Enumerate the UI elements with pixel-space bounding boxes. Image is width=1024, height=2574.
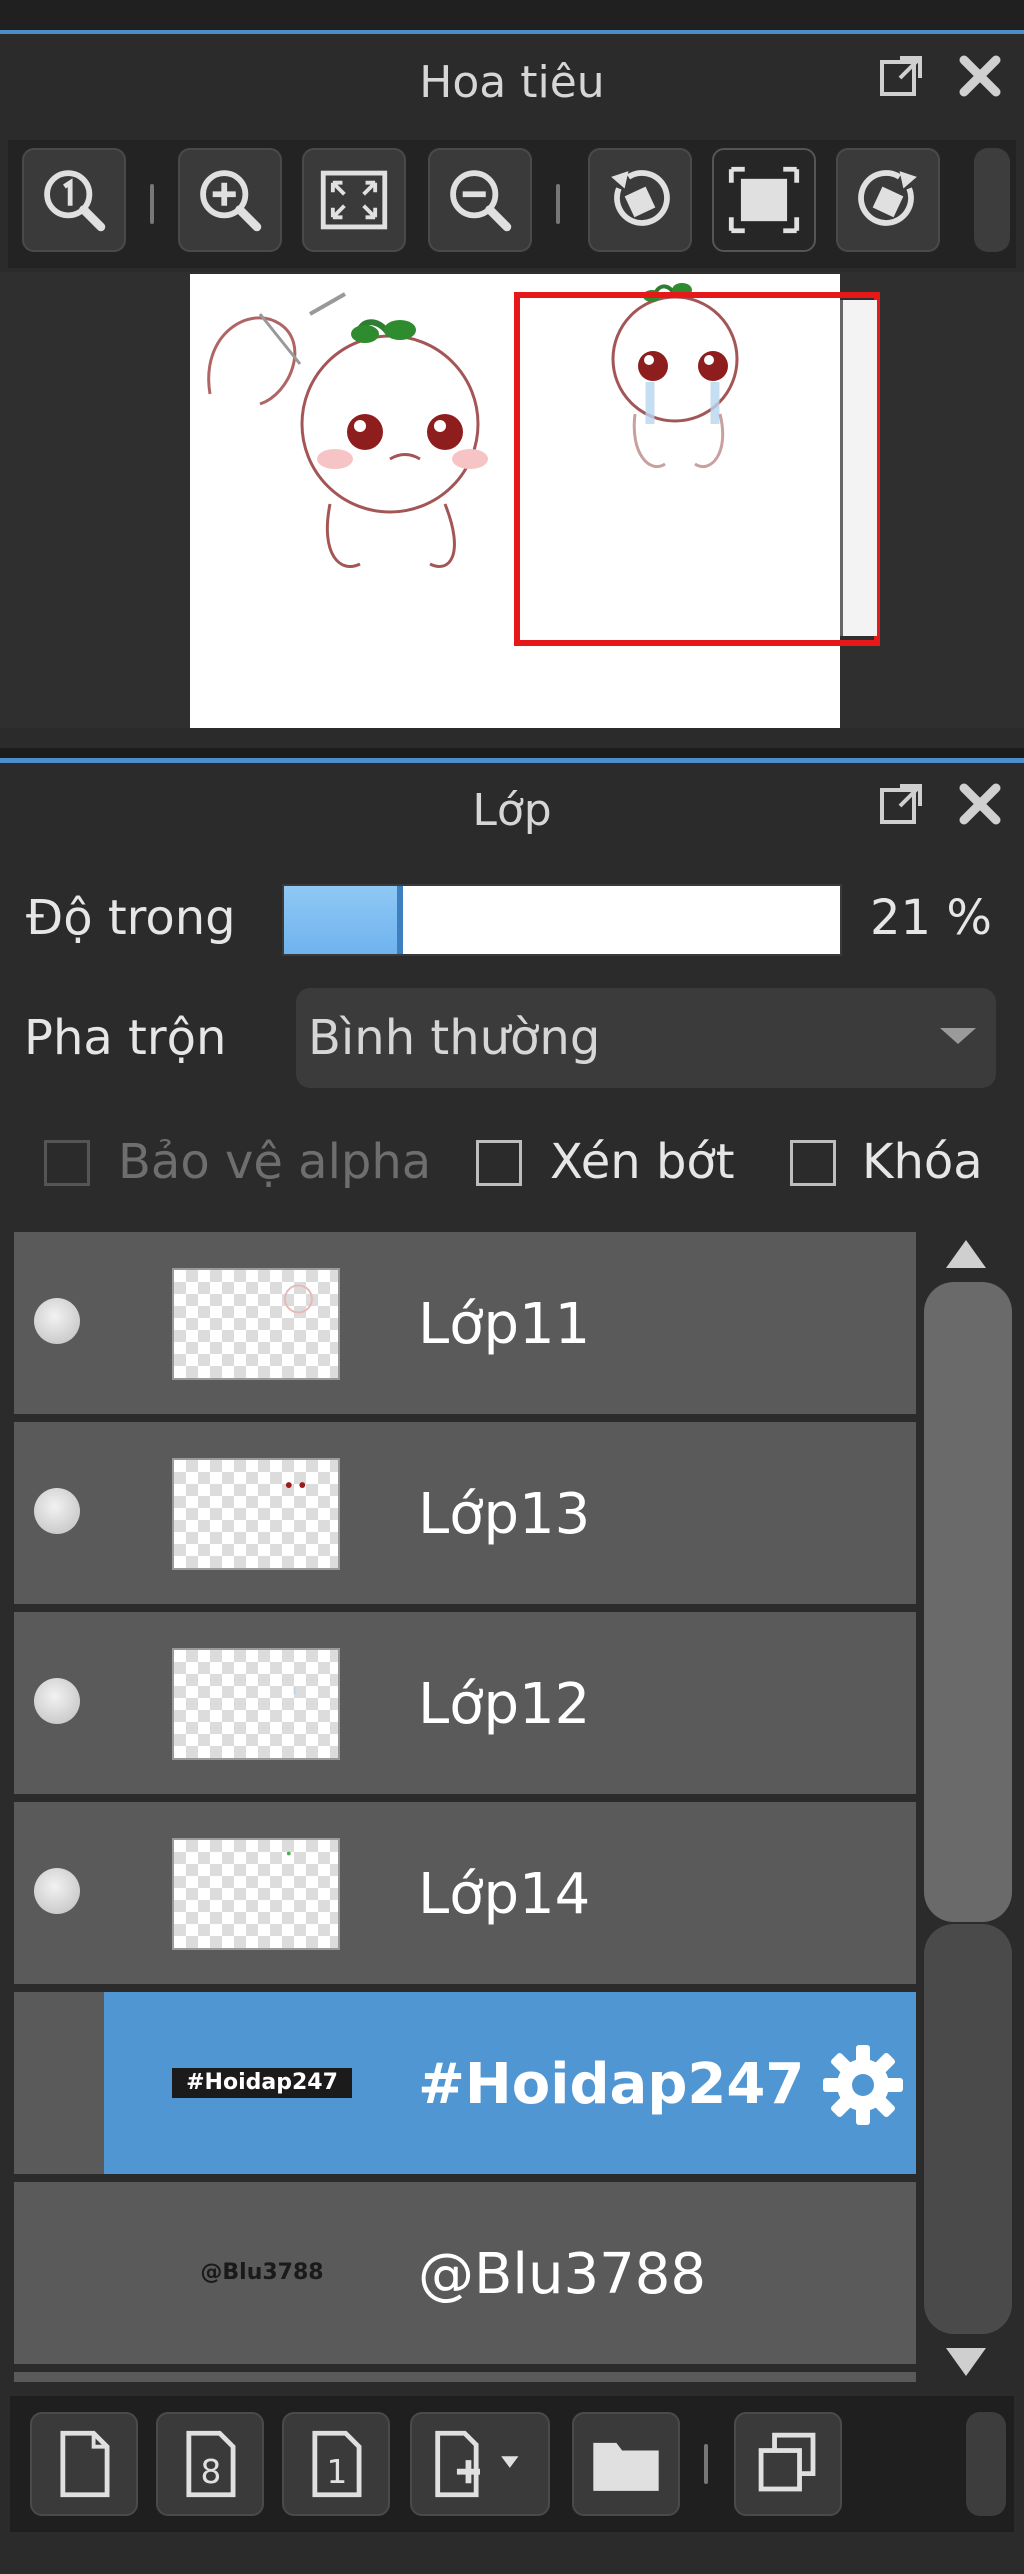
scrollbar-thumb[interactable]	[924, 1282, 1012, 1922]
layer-thumbnail: #Hoidap247	[172, 2068, 352, 2098]
layer-name: @Blu3788	[418, 2242, 706, 2307]
add-layer-menu-button[interactable]	[410, 2412, 550, 2516]
lock-label: Khóa	[862, 1134, 983, 1190]
toolbar-separator	[556, 184, 560, 224]
layer-thumbnail	[172, 1838, 340, 1950]
layer-thumbnail	[172, 1268, 340, 1380]
layer-row[interactable]	[14, 2372, 916, 2382]
opacity-slider-handle[interactable]	[397, 886, 403, 954]
navigator-title: Hoa tiêu	[419, 57, 605, 108]
layer-row[interactable]: @Blu3788 @Blu3788	[14, 2182, 916, 2368]
toolbar-scrollbar[interactable]	[974, 148, 1010, 252]
reset-view-button[interactable]	[712, 148, 816, 252]
chevron-down-icon	[940, 1028, 976, 1044]
panel-separator	[0, 748, 1024, 763]
scroll-down-arrow-icon[interactable]	[946, 2348, 986, 2376]
panel-top-strip	[0, 0, 1024, 34]
toolbar-separator	[150, 184, 154, 224]
opacity-value: 21 %	[870, 890, 992, 946]
rotate-left-icon	[611, 170, 670, 226]
layer-name: Lớp11	[418, 1292, 591, 1357]
toolbar-scrollbar[interactable]	[966, 2412, 1006, 2516]
frame-icon	[728, 166, 800, 234]
layer-row[interactable]: Lớp14	[14, 1802, 916, 1988]
layer-name: Lớp14	[418, 1862, 591, 1927]
fit-icon	[320, 170, 388, 230]
popout-icon[interactable]	[878, 52, 926, 100]
folder-icon	[593, 2442, 659, 2491]
duplicate-layer-button[interactable]	[734, 2412, 842, 2516]
close-icon[interactable]	[956, 52, 1004, 100]
blend-label: Pha trộn	[24, 1010, 227, 1066]
zoom-1-icon	[44, 170, 106, 232]
rotate-right-button[interactable]	[836, 148, 940, 252]
layer-thumbnail	[172, 1648, 340, 1760]
clipping-checkbox[interactable]	[476, 1140, 522, 1186]
layer-panel-title: Lớp	[472, 785, 552, 836]
zoom-in-icon	[200, 170, 262, 232]
protect-alpha-checkbox[interactable]	[44, 1140, 90, 1186]
close-icon[interactable]	[956, 780, 1004, 828]
protect-alpha-label: Bảo vệ alpha	[118, 1134, 432, 1190]
navigator-toolbar	[8, 140, 1016, 268]
layer-name: Lớp12	[418, 1672, 591, 1737]
fit-window-button[interactable]	[302, 148, 406, 252]
layer-name: #Hoidap247	[418, 2052, 805, 2117]
layer-thumbnail	[172, 1458, 340, 1570]
viewport-indicator[interactable]	[514, 292, 880, 646]
page-1-icon: 1	[312, 2430, 362, 2498]
layer-list: Lớp11 Lớp13 Lớp12 Lớp14 #Hoidap247 #Hoid…	[14, 1232, 916, 2382]
visibility-toggle[interactable]	[34, 1868, 80, 1914]
svg-text:8: 8	[201, 2453, 222, 2491]
canvas-edge-shadow	[840, 300, 877, 636]
layer-row[interactable]: Lớp13	[14, 1422, 916, 1608]
layer-thumbnail: @Blu3788	[200, 2260, 324, 2285]
blend-mode-value: Bình thường	[308, 1010, 601, 1066]
svg-text:1: 1	[327, 2453, 348, 2491]
zoom-actual-size-button[interactable]	[22, 148, 126, 252]
opacity-slider-fill	[284, 886, 401, 954]
duplicate-icon	[758, 2432, 816, 2492]
rotate-left-button[interactable]	[588, 148, 692, 252]
opacity-label: Độ trong	[26, 890, 236, 946]
layer-bottom-toolbar: 8 1	[10, 2396, 1014, 2532]
rotate-right-icon	[858, 170, 917, 226]
layer-row[interactable]: Lớp11	[14, 1232, 916, 1418]
clipping-label: Xén bớt	[550, 1134, 735, 1190]
zoom-out-icon	[450, 170, 512, 232]
new-1bit-layer-button[interactable]: 1	[282, 2412, 390, 2516]
visibility-toggle[interactable]	[34, 1488, 80, 1534]
toolbar-separator	[704, 2444, 708, 2484]
new-folder-button[interactable]	[572, 2412, 680, 2516]
blend-mode-select[interactable]: Bình thường	[296, 988, 996, 1088]
scrollbar-track-lower[interactable]	[924, 1924, 1012, 2334]
gear-icon[interactable]	[820, 2042, 906, 2128]
layer-name: Lớp13	[418, 1482, 591, 1547]
popout-icon[interactable]	[878, 780, 926, 828]
layer-row[interactable]: Lớp12	[14, 1612, 916, 1798]
lock-checkbox[interactable]	[790, 1140, 836, 1186]
panel-bottom-strip	[0, 2540, 1024, 2574]
layer-row-selected[interactable]: #Hoidap247 #Hoidap247	[14, 1992, 916, 2178]
new-layer-button[interactable]	[30, 2412, 138, 2516]
page-icon	[60, 2430, 110, 2498]
scroll-up-arrow-icon[interactable]	[946, 1240, 986, 1268]
zoom-in-button[interactable]	[178, 148, 282, 252]
visibility-toggle[interactable]	[34, 1678, 80, 1724]
page-8-icon: 8	[186, 2430, 236, 2498]
zoom-out-button[interactable]	[428, 148, 532, 252]
new-8bit-layer-button[interactable]: 8	[156, 2412, 264, 2516]
page-add-icon	[435, 2430, 519, 2498]
visibility-toggle[interactable]	[34, 1298, 80, 1344]
